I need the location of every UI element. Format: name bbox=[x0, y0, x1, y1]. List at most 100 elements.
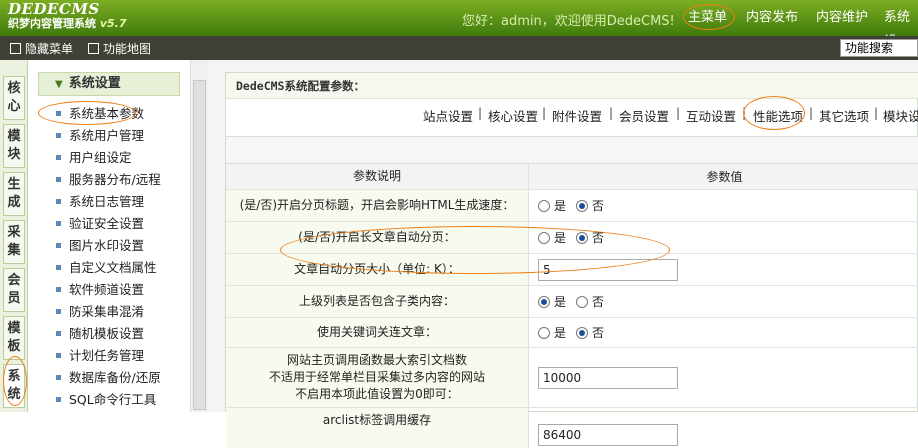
radio-yes[interactable] bbox=[538, 295, 550, 308]
sidebar-item-scheduled-tasks[interactable]: 计划任务管理 bbox=[56, 346, 144, 366]
bullet-icon bbox=[56, 221, 61, 226]
logo-title: DEDECMS bbox=[8, 0, 100, 18]
topnav-system[interactable]: 系统设 bbox=[884, 6, 918, 49]
radio-no[interactable] bbox=[576, 326, 589, 339]
tab-module-settings[interactable]: 模块设 bbox=[883, 106, 918, 125]
function-search-select[interactable]: 功能搜索 bbox=[840, 39, 918, 57]
radio-yes[interactable] bbox=[538, 326, 550, 339]
left-category-tabs: 核心 模块 生成 采集 会员 模板 系统 bbox=[0, 60, 28, 412]
sidebar-item-servers[interactable]: 服务器分布/远程 bbox=[56, 170, 161, 190]
main-content: DedeCMS系统配置参数： 站点设置 | 核心设置 | 附件设置 | 会员设置… bbox=[208, 60, 918, 448]
sidebar-item-security[interactable]: 验证安全设置 bbox=[56, 214, 144, 234]
row-label: arclist标签调用缓存 bbox=[226, 408, 529, 448]
search-select-value: 功能搜索 bbox=[845, 41, 894, 55]
sidebar-item-watermark[interactable]: 图片水印设置 bbox=[56, 236, 144, 256]
row-label: 文章自动分页大小（单位: K）： bbox=[226, 254, 529, 285]
table-row: (是/否)开启分页标题，开启会影响HTML生成速度： 是否 bbox=[226, 190, 918, 222]
bullet-icon bbox=[56, 331, 61, 336]
table-row: 网站主页调用函数最大索引文档数 不适用于经常单栏目采集过多内容的网站 不启用本项此值… bbox=[226, 348, 918, 408]
topnav-main-menu[interactable]: 主菜单 bbox=[688, 6, 727, 30]
sidebar: ▼ 系统设置 系统基本参数 系统用户管理 用户组设定 服务器分布/远程 系统日志管… bbox=[28, 60, 190, 412]
logo-subtitle: 织梦内容管理系统 bbox=[8, 17, 96, 30]
sidebar-scrollbar[interactable] bbox=[190, 60, 208, 412]
table-row: 使用关键词关连文章： 是否 bbox=[226, 318, 918, 348]
bullet-icon bbox=[56, 265, 61, 270]
topnav-content-maintain[interactable]: 内容维护 bbox=[816, 6, 868, 30]
tab-interaction-settings[interactable]: 互动设置 bbox=[686, 106, 736, 125]
scrollbar-thumb[interactable] bbox=[193, 80, 206, 410]
topnav-content-publish[interactable]: 内容发布 bbox=[746, 6, 798, 30]
site-map-button[interactable]: 功能地图 bbox=[88, 40, 151, 57]
sidebar-item-logs[interactable]: 系统日志管理 bbox=[56, 192, 144, 212]
bullet-icon bbox=[56, 243, 61, 248]
tab-core[interactable]: 核心 bbox=[3, 76, 25, 120]
bullet-icon bbox=[56, 111, 61, 116]
table-row: arclist标签调用缓存 86400 bbox=[226, 408, 918, 448]
row-label: 使用关键词关连文章： bbox=[226, 318, 529, 347]
sidebar-item-basic-params[interactable]: 系统基本参数 bbox=[56, 104, 144, 124]
table-row: 文章自动分页大小（单位: K）： 5 bbox=[226, 254, 918, 286]
arclist-cache-input[interactable]: 86400 bbox=[538, 424, 678, 446]
bullet-icon bbox=[56, 133, 61, 138]
sub-toolbar: 隐藏菜单 功能地图 bbox=[0, 36, 918, 60]
sidebar-header-label: 系统设置 bbox=[68, 76, 121, 91]
welcome-message: 您好：admin，欢迎使用DedeCMS! bbox=[462, 14, 675, 29]
sidebar-item-random-template[interactable]: 随机模板设置 bbox=[56, 324, 144, 344]
radio-no[interactable] bbox=[576, 231, 589, 244]
tab-attachment-settings[interactable]: 附件设置 bbox=[552, 106, 602, 125]
bullet-icon bbox=[56, 309, 61, 314]
config-tab-bar: 站点设置 | 核心设置 | 附件设置 | 会员设置 | 互动设置 | 性能选项 … bbox=[226, 100, 918, 128]
table-row: 上级列表是否包含子类内容： 是否 bbox=[226, 286, 918, 318]
bullet-icon bbox=[56, 287, 61, 292]
radio-group: 是否 bbox=[530, 318, 918, 347]
sidebar-header[interactable]: ▼ 系统设置 bbox=[38, 72, 180, 96]
panel-title: DedeCMS系统配置参数： bbox=[226, 73, 918, 99]
hide-menu-button[interactable]: 隐藏菜单 bbox=[10, 40, 73, 57]
bullet-icon bbox=[56, 155, 61, 160]
bullet-icon bbox=[56, 177, 61, 182]
tab-system[interactable]: 系统 bbox=[3, 364, 25, 408]
sidebar-item-anti-collect[interactable]: 防采集串混淆 bbox=[56, 302, 144, 322]
tab-performance[interactable]: 性能选项 bbox=[753, 106, 803, 125]
grid-icon bbox=[88, 43, 99, 54]
sidebar-item-sql-tool[interactable]: SQL命令行工具 bbox=[56, 390, 156, 410]
sidebar-item-software-channel[interactable]: 软件频道设置 bbox=[56, 280, 144, 300]
sidebar-item-users[interactable]: 系统用户管理 bbox=[56, 126, 144, 146]
radio-no[interactable] bbox=[576, 199, 589, 212]
tab-core-settings[interactable]: 核心设置 bbox=[488, 106, 538, 125]
header-param-value: 参数值 bbox=[530, 164, 918, 189]
tab-member[interactable]: 会员 bbox=[3, 268, 25, 312]
dedecms-logo: DEDECMS 织梦内容管理系统 v5.7 bbox=[8, 2, 127, 31]
sidebar-item-db-backup[interactable]: 数据库备份/还原 bbox=[56, 368, 161, 388]
radio-yes[interactable] bbox=[538, 231, 550, 244]
top-header: DEDECMS 织梦内容管理系统 v5.7 您好：admin，欢迎使用DedeC… bbox=[0, 0, 918, 49]
sidebar-item-groups[interactable]: 用户组设定 bbox=[56, 148, 132, 168]
table-row: (是/否)开启长文章自动分页： 是否 bbox=[226, 222, 918, 254]
collapse-arrow-icon: ▼ bbox=[55, 79, 63, 90]
tab-generate[interactable]: 生成 bbox=[3, 172, 25, 216]
hide-menu-label: 隐藏菜单 bbox=[25, 42, 74, 56]
page-size-input[interactable]: 5 bbox=[538, 258, 678, 281]
row-label: (是/否)开启长文章自动分页： bbox=[226, 222, 529, 253]
radio-group: 是否 bbox=[530, 190, 918, 221]
row-label: 上级列表是否包含子类内容： bbox=[226, 286, 529, 317]
radio-group: 是否 bbox=[530, 222, 918, 253]
tab-member-settings[interactable]: 会员设置 bbox=[619, 106, 669, 125]
radio-yes[interactable] bbox=[538, 199, 550, 212]
tab-module[interactable]: 模块 bbox=[3, 124, 25, 168]
header-param-desc: 参数说明 bbox=[226, 164, 529, 189]
tab-site-settings[interactable]: 站点设置 bbox=[423, 106, 473, 125]
hide-menu-icon bbox=[10, 43, 21, 54]
tab-template[interactable]: 模板 bbox=[3, 316, 25, 360]
radio-group: 是否 bbox=[530, 286, 918, 317]
logo-version: v5.7 bbox=[99, 17, 127, 30]
index-max-docs-input[interactable]: 10000 bbox=[538, 366, 678, 389]
row-label: 网站主页调用函数最大索引文档数 不适用于经常单栏目采集过多内容的网站 不启用本项此值… bbox=[226, 348, 529, 407]
sidebar-item-doc-attributes[interactable]: 自定义文档属性 bbox=[56, 258, 157, 278]
radio-no[interactable] bbox=[576, 295, 589, 308]
tab-collect[interactable]: 采集 bbox=[3, 220, 25, 264]
site-map-label: 功能地图 bbox=[103, 42, 152, 56]
tab-other-options[interactable]: 其它选项 bbox=[819, 106, 869, 125]
config-panel: DedeCMS系统配置参数： 站点设置 | 核心设置 | 附件设置 | 会员设置… bbox=[225, 72, 918, 448]
panel-spacer bbox=[226, 136, 918, 164]
